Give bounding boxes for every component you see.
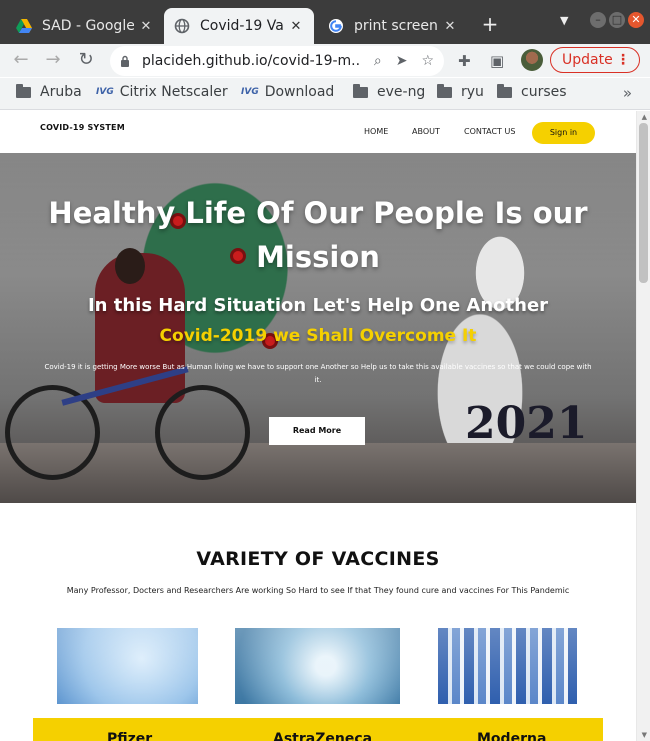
section-title: VARIETY OF VACCINES <box>196 548 440 570</box>
tab-covid-vaccine[interactable]: Covid-19 Vac ✕ <box>164 8 314 44</box>
folder-icon <box>353 83 368 98</box>
forward-icon[interactable]: → <box>42 49 64 71</box>
tab-title: print screen <box>354 18 438 34</box>
vaccine-name-pfizer: Pfizer <box>107 731 153 741</box>
more-menu-icon[interactable]: ⋮ <box>616 48 630 72</box>
vaccine-name-moderna: Moderna <box>477 731 547 741</box>
bookmark-star-icon[interactable]: ☆ <box>421 53 434 69</box>
nav-about-link[interactable]: ABOUT <box>412 127 440 136</box>
site-navbar: COVID-19 SYSTEM HOME ABOUT CONTACT US Si… <box>0 111 636 153</box>
tab-close-icon[interactable]: ✕ <box>288 19 304 34</box>
address-bar[interactable]: placideh.github.io/covid-19-m... ⌕ ➤ ☆ <box>110 46 444 76</box>
update-label: Update <box>562 52 613 68</box>
nav-contact-link[interactable]: CONTACT US <box>464 127 515 136</box>
hero-tagline: Covid-2019 we Shall Overcome It <box>159 326 477 346</box>
section-subtitle: Many Professor, Docters and Researchers … <box>66 586 570 595</box>
folder-icon <box>437 83 452 98</box>
vmware-icon: IVG <box>96 87 114 97</box>
tab-title: Covid-19 Vac <box>200 18 284 34</box>
minimize-icon[interactable]: – <box>590 12 606 28</box>
bookmarks-bar: Aruba IVG Citrix Netscaler IVG Download … <box>0 78 650 110</box>
tab-strip: SAD - Google ✕ Covid-19 Vac ✕ print scre… <box>0 0 650 44</box>
hero-banner: 2021 Healthy Life Of Our People Is our M… <box>0 153 636 503</box>
hero-subtitle: In this Hard Situation Let's Help One An… <box>87 295 549 316</box>
hero-title: Healthy Life Of Our People Is our Missio… <box>48 196 588 274</box>
bookmark-label: Citrix Netscaler <box>119 84 228 100</box>
moderna-image <box>438 628 577 704</box>
new-tab-button[interactable]: + <box>480 12 500 36</box>
zoom-search-icon[interactable]: ⌕ <box>374 53 382 69</box>
hero-description: Covid-19 it is getting More worse But as… <box>44 363 592 384</box>
close-window-icon[interactable]: ✕ <box>628 12 644 28</box>
extensions-puzzle-icon[interactable]: ✚ <box>458 52 471 70</box>
bookmark-label: Download <box>264 84 335 100</box>
tab-print-screen[interactable]: print screen ✕ <box>318 8 468 44</box>
pfizer-image <box>57 628 198 704</box>
lock-icon <box>121 55 129 67</box>
astrazeneca-image <box>235 628 400 704</box>
page-viewport: COVID-19 SYSTEM HOME ABOUT CONTACT US Si… <box>0 111 650 741</box>
scroll-down-arrow-icon[interactable]: ▼ <box>642 731 647 739</box>
vaccine-name-astrazeneca: AstraZeneca <box>273 731 373 741</box>
google-g-icon <box>329 19 343 33</box>
google-drive-icon <box>16 19 32 33</box>
url-text: placideh.github.io/covid-19-m... <box>142 53 360 69</box>
bookmark-label: eve-ng <box>377 84 426 100</box>
bookmark-citrix-netscaler[interactable]: IVG Citrix Netscaler <box>96 84 228 100</box>
tab-title: SAD - Google <box>42 18 134 34</box>
page-scrollbar[interactable]: ▲ ▼ <box>636 111 650 741</box>
folder-icon <box>16 83 31 98</box>
read-more-button[interactable]: Read More <box>269 417 365 445</box>
bookmark-ryu[interactable]: ryu <box>437 83 484 100</box>
bookmark-download[interactable]: IVG Download <box>241 84 334 100</box>
sign-in-button[interactable]: Sign in <box>532 122 595 144</box>
folder-icon <box>497 83 512 98</box>
bookmark-label: Aruba <box>40 84 82 100</box>
bookmark-label: ryu <box>461 84 484 100</box>
scroll-up-arrow-icon[interactable]: ▲ <box>642 113 647 121</box>
site-logo[interactable]: COVID-19 SYSTEM <box>40 123 125 132</box>
bike-wheel-graphic <box>155 385 250 480</box>
send-icon[interactable]: ➤ <box>396 53 408 69</box>
tab-close-icon[interactable]: ✕ <box>442 19 458 34</box>
scrollbar-thumb[interactable] <box>639 123 648 283</box>
maximize-icon[interactable]: □ <box>609 12 625 28</box>
bookmark-aruba[interactable]: Aruba <box>16 83 82 100</box>
bookmark-eve-ng[interactable]: eve-ng <box>353 83 426 100</box>
tab-sad-google[interactable]: SAD - Google ✕ <box>6 8 164 44</box>
bookmarks-overflow-icon[interactable]: » <box>623 84 632 102</box>
reload-icon[interactable]: ↻ <box>75 49 97 71</box>
profile-avatar[interactable] <box>521 49 543 71</box>
bookmark-curses[interactable]: curses <box>497 83 567 100</box>
side-panel-icon[interactable]: ▣ <box>490 52 504 70</box>
globe-icon <box>174 18 190 34</box>
back-icon[interactable]: ← <box>10 49 32 71</box>
graffiti-year: 2021 <box>465 398 588 449</box>
bookmark-label: curses <box>521 84 567 100</box>
vmware-icon: IVG <box>241 87 259 97</box>
tab-search-chevron-icon[interactable]: ▼ <box>560 14 568 27</box>
nav-home-link[interactable]: HOME <box>364 127 388 136</box>
tab-close-icon[interactable]: ✕ <box>138 19 154 34</box>
update-button[interactable]: Update ⋮ <box>550 47 640 73</box>
